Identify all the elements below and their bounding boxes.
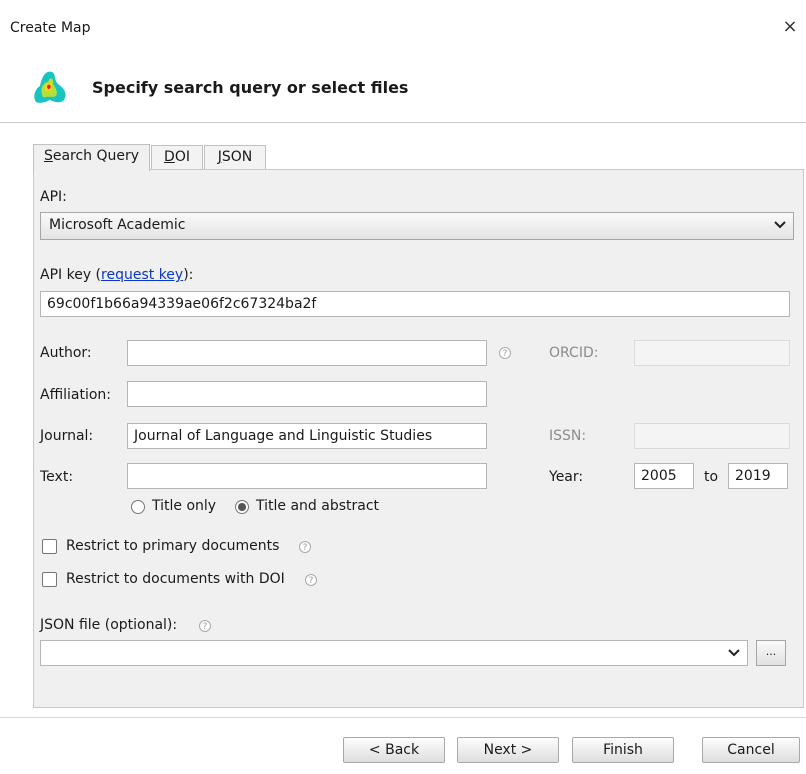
window-title: Create Map xyxy=(10,20,91,36)
journal-label: Journal: xyxy=(40,428,94,444)
header-divider xyxy=(0,122,806,123)
api-select-value: Microsoft Academic xyxy=(49,217,186,233)
tab-hotkey: D xyxy=(164,149,175,165)
orcid-label: ORCID: xyxy=(549,345,599,361)
tab-json[interactable]: JSON xyxy=(204,145,266,169)
map-logo-icon xyxy=(34,71,66,103)
year-label: Year: xyxy=(549,469,584,485)
api-key-label: API key (request key): xyxy=(40,267,193,283)
year-to-input[interactable]: 2019 xyxy=(728,463,788,489)
title-only-radio[interactable] xyxy=(131,500,145,514)
issn-label: ISSN: xyxy=(549,428,587,444)
journal-input[interactable]: Journal of Language and Linguistic Studi… xyxy=(127,423,487,449)
author-help-icon[interactable]: ? xyxy=(499,347,511,359)
finish-button[interactable]: Finish xyxy=(572,737,674,763)
text-label: Text: xyxy=(40,469,74,485)
page-heading: Specify search query or select files xyxy=(92,78,409,97)
author-label: Author: xyxy=(40,345,92,361)
affiliation-input[interactable] xyxy=(127,381,487,407)
title-and-abstract-radio[interactable] xyxy=(235,500,249,514)
restrict-doi-help-icon[interactable]: ? xyxy=(305,574,317,586)
tab-hotkey: S xyxy=(43,148,53,164)
json-file-label: JSON file (optional): xyxy=(40,617,178,633)
close-icon[interactable]: × xyxy=(780,16,800,37)
api-key-value: 69c00f1b66a94339ae06f2c67324ba2f xyxy=(47,296,317,312)
cancel-button[interactable]: Cancel xyxy=(702,737,800,763)
chevron-down-icon xyxy=(728,649,740,657)
tab-label: OI xyxy=(174,149,190,165)
api-select[interactable]: Microsoft Academic xyxy=(40,212,794,240)
year-to-label: to xyxy=(704,469,719,485)
restrict-doi-checkbox[interactable] xyxy=(42,572,57,587)
author-input[interactable] xyxy=(127,340,487,366)
next-button[interactable]: Next > xyxy=(457,737,559,763)
tab-doi[interactable]: DOI xyxy=(151,145,203,169)
json-file-select[interactable] xyxy=(40,640,748,666)
title-and-abstract-label[interactable]: Title and abstract xyxy=(256,498,379,514)
footer-divider xyxy=(0,717,806,718)
restrict-doi-label[interactable]: Restrict to documents with DOI xyxy=(66,571,285,587)
restrict-primary-label[interactable]: Restrict to primary documents xyxy=(66,538,279,554)
issn-input[interactable] xyxy=(634,423,790,449)
chevron-down-icon xyxy=(774,221,786,229)
year-from-value: 2005 xyxy=(641,468,677,484)
request-key-link[interactable]: request key xyxy=(101,267,183,283)
api-key-label-text: API key ( xyxy=(40,267,102,283)
orcid-input[interactable] xyxy=(634,340,790,366)
title-only-label[interactable]: Title only xyxy=(152,498,216,514)
text-input[interactable] xyxy=(127,463,487,489)
year-from-input[interactable]: 2005 xyxy=(634,463,694,489)
json-file-help-icon[interactable]: ? xyxy=(199,620,211,632)
year-to-value: 2019 xyxy=(735,468,771,484)
restrict-primary-checkbox[interactable] xyxy=(42,539,57,554)
back-button[interactable]: < Back xyxy=(343,737,445,763)
tab-label: SON xyxy=(221,149,253,165)
tab-search-query[interactable]: Search Query xyxy=(33,144,150,171)
tab-label: earch Query xyxy=(52,148,140,164)
affiliation-label: Affiliation: xyxy=(40,387,112,403)
journal-value: Journal of Language and Linguistic Studi… xyxy=(134,428,433,444)
browse-button[interactable]: ... xyxy=(756,640,786,666)
api-key-input[interactable]: 69c00f1b66a94339ae06f2c67324ba2f xyxy=(40,291,790,317)
api-key-label-suffix: ): xyxy=(183,267,194,283)
api-label: API: xyxy=(40,189,67,205)
restrict-primary-help-icon[interactable]: ? xyxy=(299,541,311,553)
